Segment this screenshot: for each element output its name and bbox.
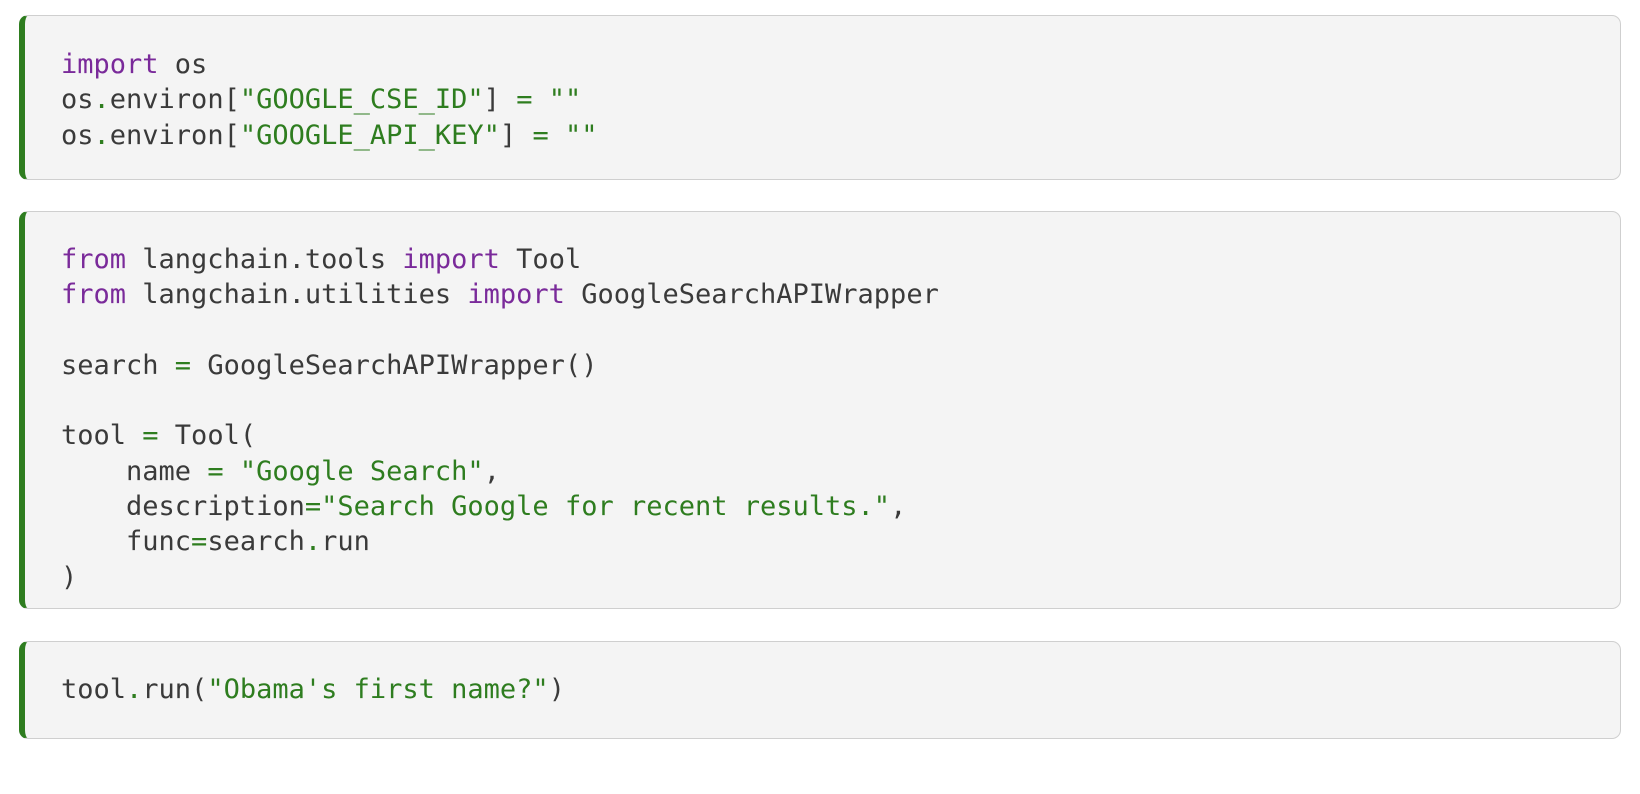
code-token: ) [61, 561, 78, 593]
code-token: ] [483, 84, 517, 116]
code-line: tool.run("Obama's first name?") [61, 672, 565, 707]
operator-token: = [532, 119, 549, 151]
operator-token: . [93, 119, 110, 151]
code-token: description [61, 491, 305, 523]
code-token: search [61, 349, 175, 381]
code-token: func [61, 526, 192, 558]
operator-token: = [174, 349, 192, 381]
code-token: name [61, 455, 208, 487]
code-token: GoogleSearchAPIWrapper() [191, 349, 598, 381]
code-line: name = "Google Search", [61, 454, 939, 489]
code-block[interactable]: from langchain.tools import Tool from lan… [61, 242, 939, 595]
string-token: "GOOGLE_API_KEY" [239, 119, 500, 151]
operator-token: = [304, 491, 322, 523]
keyword-token: import [61, 49, 159, 80]
string-token: "" [564, 119, 598, 151]
code-line: from langchain.tools import Tool [61, 242, 939, 277]
code-token: langchain.tools [126, 244, 403, 275]
code-token: Tool( [158, 420, 257, 452]
keyword-token: from [61, 279, 127, 311]
code-line: os.environ["GOOGLE_API_KEY"] = "" [61, 118, 597, 153]
code-line: from langchain.utilities import GoogleSe… [61, 277, 939, 312]
code-line: ​ [61, 383, 939, 418]
code-block[interactable]: import os os.environ["GOOGLE_CSE_ID"] = "… [61, 47, 597, 153]
code-cell-env[interactable]: import os os.environ["GOOGLE_CSE_ID"] = "… [19, 15, 1621, 180]
code-token: environ[ [109, 119, 240, 151]
code-line: ) [61, 560, 939, 595]
string-token: "Search Google for recent results." [321, 491, 891, 523]
keyword-token: import [402, 244, 500, 275]
code-token: os [158, 49, 208, 80]
code-token: run [321, 526, 370, 558]
code-line: ​ [61, 313, 939, 348]
operator-token: . [126, 674, 143, 705]
code-token: tool [61, 674, 127, 705]
code-token: , [483, 455, 500, 487]
operator-token: = [207, 455, 224, 487]
string-token: "" [548, 84, 582, 116]
code-token: GoogleSearchAPIWrapper [564, 279, 939, 311]
code-line: os.environ["GOOGLE_CSE_ID"] = "" [61, 82, 597, 117]
code-token: os [61, 84, 94, 116]
operator-token: = [516, 84, 533, 116]
code-line: tool = Tool( [61, 418, 939, 453]
keyword-token: import [467, 279, 565, 311]
code-token: os [61, 119, 94, 151]
code-cell-tool-run[interactable]: tool.run("Obama's first name?") [19, 641, 1621, 739]
code-line: func=search.run [61, 524, 939, 559]
keyword-token: from [61, 244, 127, 275]
code-block[interactable]: tool.run("Obama's first name?") [61, 672, 565, 707]
code-token: environ[ [109, 84, 240, 116]
operator-token: = [191, 526, 208, 558]
operator-token: = [142, 420, 159, 452]
code-token: tool [61, 420, 143, 452]
code-cell-tool-setup[interactable]: from langchain.tools import Tool from lan… [19, 211, 1621, 609]
code-line: search = GoogleSearchAPIWrapper() [61, 348, 939, 383]
code-token: run( [142, 674, 208, 705]
operator-token: . [304, 526, 322, 558]
code-token: Tool [499, 244, 582, 275]
string-token: "GOOGLE_CSE_ID" [239, 84, 484, 116]
code-token: , [890, 491, 907, 523]
code-token: langchain.utilities [126, 279, 468, 311]
code-line: description="Search Google for recent re… [61, 489, 939, 524]
code-token: ] [499, 119, 533, 151]
string-token: "Obama's first name?" [207, 674, 549, 705]
code-token: ) [548, 674, 565, 705]
code-token: search [207, 526, 305, 558]
operator-token: . [93, 84, 110, 116]
code-line: import os [61, 47, 597, 82]
string-token: "Google Search" [239, 455, 484, 487]
